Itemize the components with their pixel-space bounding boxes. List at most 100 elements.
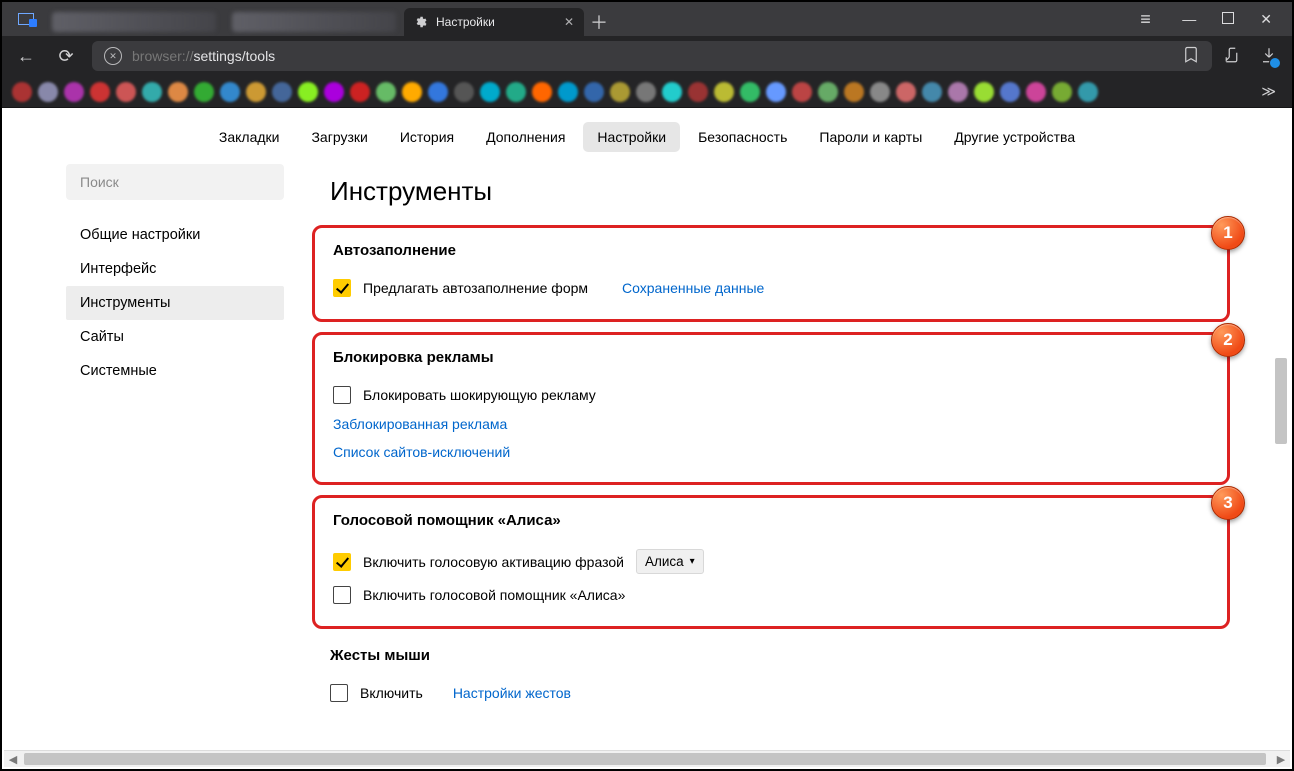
sidebar-item[interactable]: Общие настройки bbox=[66, 218, 284, 252]
bookmark-flag-icon[interactable] bbox=[1182, 46, 1200, 67]
sidebar-item[interactable]: Системные bbox=[66, 354, 284, 388]
bookmark-item[interactable] bbox=[558, 82, 578, 102]
scroll-left-icon[interactable]: ◀ bbox=[4, 751, 22, 767]
horizontal-scrollbar[interactable]: ◀ ▶ bbox=[4, 750, 1290, 767]
browser-tab-active[interactable]: Настройки ✕ bbox=[404, 8, 584, 36]
chevron-down-icon: ▾ bbox=[690, 556, 695, 567]
link-blocked-ads[interactable]: Заблокированная реклама bbox=[333, 416, 507, 432]
bookmark-item[interactable] bbox=[194, 82, 214, 102]
link-saved-data[interactable]: Сохраненные данные bbox=[622, 280, 764, 296]
navigation-toolbar: ← ⟳ ✕ browser://settings/tools bbox=[2, 36, 1292, 76]
bookmark-item[interactable] bbox=[116, 82, 136, 102]
bookmark-item[interactable] bbox=[454, 82, 474, 102]
bookmark-item[interactable] bbox=[480, 82, 500, 102]
bookmark-item[interactable] bbox=[1078, 82, 1098, 102]
settings-top-tab[interactable]: Дополнения bbox=[472, 122, 579, 152]
bookmark-item[interactable] bbox=[12, 82, 32, 102]
horizontal-scrollbar-thumb[interactable] bbox=[24, 753, 1266, 765]
bookmark-item[interactable] bbox=[532, 82, 552, 102]
bookmark-item[interactable] bbox=[792, 82, 812, 102]
settings-top-tab[interactable]: Пароли и карты bbox=[805, 122, 936, 152]
browser-tab[interactable] bbox=[224, 8, 404, 36]
tab-close-icon[interactable]: ✕ bbox=[564, 15, 574, 29]
settings-top-tabs: ЗакладкиЗагрузкиИсторияДополненияНастрой… bbox=[4, 110, 1290, 164]
back-button[interactable]: ← bbox=[12, 42, 40, 70]
bookmarks-overflow-icon[interactable]: ≫ bbox=[1255, 83, 1282, 100]
feedback-icon[interactable] bbox=[1224, 46, 1242, 67]
bookmark-item[interactable] bbox=[662, 82, 682, 102]
settings-top-tab[interactable]: История bbox=[386, 122, 468, 152]
minimize-button[interactable]: — bbox=[1182, 12, 1196, 26]
checkbox-label: Предлагать автозаполнение форм bbox=[363, 280, 588, 296]
bookmark-item[interactable] bbox=[1052, 82, 1072, 102]
bookmark-item[interactable] bbox=[298, 82, 318, 102]
bookmark-item[interactable] bbox=[64, 82, 84, 102]
new-tab-button[interactable]: ＋ bbox=[584, 8, 614, 36]
bookmark-item[interactable] bbox=[584, 82, 604, 102]
annotation-highlight-1: 1 Автозаполнение Предлагать автозаполнен… bbox=[312, 225, 1230, 322]
bookmark-item[interactable] bbox=[948, 82, 968, 102]
site-info-icon[interactable]: ✕ bbox=[104, 47, 122, 65]
link-gesture-settings[interactable]: Настройки жестов bbox=[453, 685, 571, 701]
bookmark-item[interactable] bbox=[610, 82, 630, 102]
select-activation-phrase[interactable]: Алиса ▾ bbox=[636, 549, 704, 574]
link-site-exceptions[interactable]: Список сайтов-исключений bbox=[333, 444, 510, 460]
bookmark-item[interactable] bbox=[1026, 82, 1046, 102]
checkbox-block-shocking-ads[interactable] bbox=[333, 386, 351, 404]
bookmark-item[interactable] bbox=[168, 82, 188, 102]
url-text: browser://settings/tools bbox=[132, 48, 275, 64]
bookmark-item[interactable] bbox=[922, 82, 942, 102]
bookmark-item[interactable] bbox=[90, 82, 110, 102]
settings-top-tab[interactable]: Закладки bbox=[205, 122, 294, 152]
bookmark-item[interactable] bbox=[740, 82, 760, 102]
vertical-scrollbar-thumb[interactable] bbox=[1275, 358, 1287, 444]
app-icon bbox=[18, 13, 34, 25]
checkbox-label: Включить голосовую активацию фразой bbox=[363, 554, 624, 570]
bookmark-item[interactable] bbox=[220, 82, 240, 102]
bookmark-item[interactable] bbox=[350, 82, 370, 102]
search-input[interactable]: Поиск bbox=[66, 164, 284, 200]
settings-top-tab[interactable]: Настройки bbox=[583, 122, 680, 152]
bookmark-item[interactable] bbox=[870, 82, 890, 102]
bookmark-item[interactable] bbox=[1000, 82, 1020, 102]
bookmark-item[interactable] bbox=[636, 82, 656, 102]
bookmark-item[interactable] bbox=[428, 82, 448, 102]
section-heading: Автозаполнение bbox=[333, 242, 1209, 259]
maximize-button[interactable] bbox=[1222, 12, 1234, 26]
sidebar-item[interactable]: Сайты bbox=[66, 320, 284, 354]
tab-title: Настройки bbox=[436, 15, 495, 29]
settings-top-tab[interactable]: Безопасность bbox=[684, 122, 801, 152]
bookmark-item[interactable] bbox=[246, 82, 266, 102]
section-voice-assistant: Голосовой помощник «Алиса» Включить голо… bbox=[315, 498, 1227, 626]
bookmark-item[interactable] bbox=[844, 82, 864, 102]
sidebar-item[interactable]: Интерфейс bbox=[66, 252, 284, 286]
bookmark-item[interactable] bbox=[974, 82, 994, 102]
settings-top-tab[interactable]: Другие устройства bbox=[940, 122, 1089, 152]
bookmark-item[interactable] bbox=[402, 82, 422, 102]
bookmark-item[interactable] bbox=[818, 82, 838, 102]
checkbox-enable-assistant[interactable] bbox=[333, 586, 351, 604]
browser-tab[interactable] bbox=[44, 8, 224, 36]
bookmark-item[interactable] bbox=[766, 82, 786, 102]
checkbox-voice-activation[interactable] bbox=[333, 553, 351, 571]
bookmark-item[interactable] bbox=[714, 82, 734, 102]
bookmark-item[interactable] bbox=[324, 82, 344, 102]
bookmark-item[interactable] bbox=[506, 82, 526, 102]
reload-button[interactable]: ⟳ bbox=[52, 42, 80, 70]
bookmark-item[interactable] bbox=[896, 82, 916, 102]
menu-button[interactable] bbox=[1140, 10, 1156, 28]
sidebar-item[interactable]: Инструменты bbox=[66, 286, 284, 320]
checkbox-autofill[interactable] bbox=[333, 279, 351, 297]
checkbox-gestures-enable[interactable] bbox=[330, 684, 348, 702]
settings-sidebar: Поиск Общие настройкиИнтерфейсИнструмент… bbox=[66, 164, 284, 728]
bookmark-item[interactable] bbox=[376, 82, 396, 102]
bookmark-item[interactable] bbox=[272, 82, 292, 102]
settings-top-tab[interactable]: Загрузки bbox=[297, 122, 381, 152]
address-bar[interactable]: ✕ browser://settings/tools bbox=[92, 41, 1212, 71]
scroll-right-icon[interactable]: ▶ bbox=[1272, 751, 1290, 767]
close-button[interactable]: ✕ bbox=[1260, 12, 1272, 26]
bookmark-item[interactable] bbox=[688, 82, 708, 102]
downloads-icon[interactable] bbox=[1260, 46, 1278, 67]
bookmark-item[interactable] bbox=[38, 82, 58, 102]
bookmark-item[interactable] bbox=[142, 82, 162, 102]
